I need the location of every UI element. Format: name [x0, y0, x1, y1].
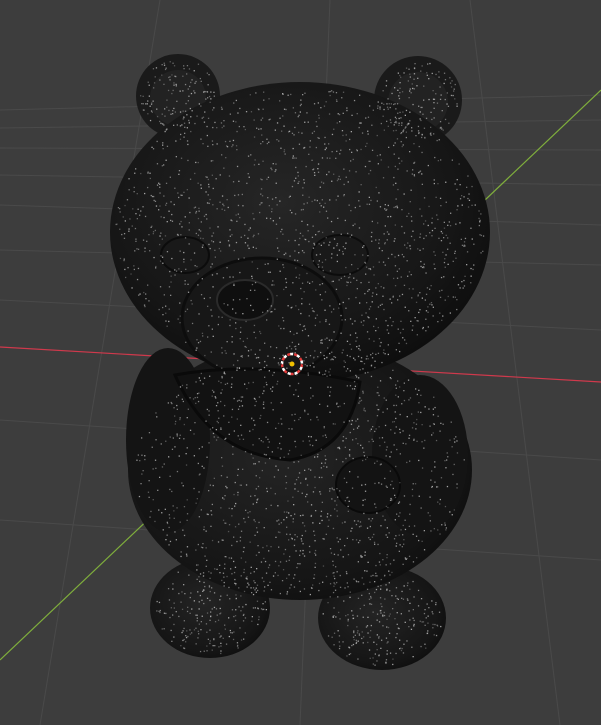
- left-eye: [160, 236, 210, 274]
- teddy-bear-model[interactable]: [110, 54, 490, 670]
- 3d-viewport[interactable]: [0, 0, 601, 725]
- grid-line: [469, 0, 561, 725]
- nose: [216, 279, 274, 321]
- right-arm: [372, 375, 468, 535]
- snout: [180, 256, 344, 380]
- viewport-canvas[interactable]: [0, 0, 601, 725]
